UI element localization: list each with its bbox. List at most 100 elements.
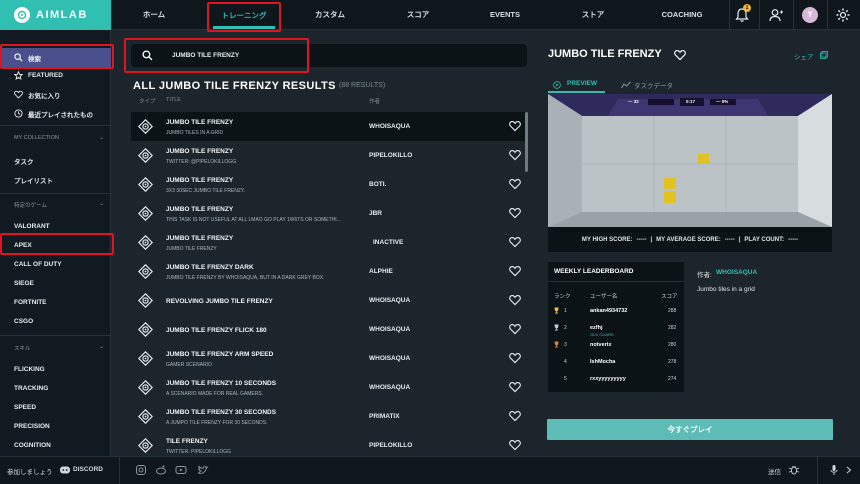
chevron-right-icon[interactable]: [845, 464, 853, 476]
sidebar-item-siege[interactable]: SIEGE: [14, 280, 34, 287]
hud-accuracy: — 0%: [716, 99, 729, 104]
favorite-heart-icon[interactable]: [509, 381, 521, 393]
favorite-heart-icon[interactable]: [509, 207, 521, 219]
play-count-value: -----: [788, 236, 799, 243]
nav-store[interactable]: ストア: [563, 0, 623, 30]
result-author: JBR: [369, 210, 383, 217]
aimlab-logo[interactable]: AIMLAB: [0, 0, 111, 30]
leaderboard-rank: 3: [564, 342, 567, 348]
result-row[interactable]: JUMBO TILE FRENZY JUMBO TILE FRENZY INACTI…: [131, 228, 527, 257]
results-scrollbar[interactable]: [525, 112, 528, 172]
result-title: JUMBO TILE FRENZY: [166, 148, 234, 155]
section-label: MY COLLECTION: [14, 135, 59, 141]
result-row[interactable]: JUMBO TILE FRENZY THIS TASK IS NOT USEFUL…: [131, 199, 527, 228]
sidebar-item-cognition[interactable]: COGNITION: [14, 442, 51, 449]
result-subtitle: TWITTER: PIPELOKILLOGG: [166, 449, 232, 455]
discord-icon[interactable]: [59, 464, 71, 476]
nav-home[interactable]: ホーム: [122, 0, 186, 30]
favorite-heart-icon[interactable]: [509, 410, 521, 422]
result-row[interactable]: JUMBO TILE FRENZY TWITTER: @PIPELOKILLOGG…: [131, 141, 527, 170]
twitter-icon[interactable]: [197, 464, 209, 476]
favorite-heart-icon[interactable]: [509, 265, 521, 277]
column-author: 作者: [369, 99, 381, 105]
bottom-divider: [817, 457, 818, 484]
favorite-heart-icon[interactable]: [509, 178, 521, 190]
favorite-heart-icon[interactable]: [509, 439, 521, 451]
task-type-icon: [137, 234, 154, 251]
results-title: ALL JUMBO TILE FRENZY RESULTS: [133, 80, 336, 92]
gear-icon[interactable]: [835, 7, 851, 23]
nav-divider: [793, 0, 794, 30]
task-type-icon: [137, 437, 154, 454]
friends-icon[interactable]: [768, 7, 784, 23]
result-row[interactable]: JUMBO TILE FRENZY 30 SECONDS A JUMPO TILE…: [131, 402, 527, 431]
result-row[interactable]: JUMBO TILE FRENZY DARK JUMBO TILE FRENZY …: [131, 257, 527, 286]
reddit-icon[interactable]: [155, 464, 167, 476]
discord-link[interactable]: DISCORD: [73, 466, 103, 473]
play-now-button[interactable]: 今すぐプレイ: [547, 419, 833, 440]
share-link[interactable]: シェア: [794, 51, 814, 61]
favorite-heart-icon[interactable]: [674, 49, 686, 61]
section-label: 特定のゲーム: [14, 203, 47, 209]
sidebar-item-call-of-duty[interactable]: CALL OF DUTY: [14, 261, 62, 268]
user-avatar[interactable]: Y: [802, 7, 818, 23]
leaderboard-row[interactable]: 2 ezfhj 282 OLD GUARD: [548, 322, 684, 338]
sidebar-item-tracking[interactable]: TRACKING: [14, 385, 48, 392]
sidebar-item-speed[interactable]: SPEED: [14, 404, 36, 411]
result-author: PRIMATIX: [369, 413, 400, 420]
result-row[interactable]: REVOLVING JUMBO TILE FRENZY WHOISAQUA: [131, 286, 527, 315]
author-link[interactable]: WHOISAQUA: [716, 269, 757, 276]
microphone-icon[interactable]: [828, 464, 840, 476]
sidebar-skills-header[interactable]: スキル ⌄: [14, 344, 104, 352]
tab-task-data[interactable]: タスクデータ: [634, 80, 673, 90]
trophy-icon: [553, 307, 560, 314]
sidebar-divider: [0, 335, 111, 336]
task-type-icon: [137, 379, 154, 396]
send-feedback-label[interactable]: 送信: [768, 466, 781, 476]
bug-icon[interactable]: [788, 464, 800, 476]
instagram-icon[interactable]: [135, 464, 147, 476]
sidebar-item-valorant[interactable]: VALORANT: [14, 223, 50, 230]
trophy-icon: [553, 341, 560, 348]
result-row[interactable]: JUMBO TILE FRENZY ARM SPEED GAMER SCENARI…: [131, 344, 527, 373]
leaderboard-title: WEEKLY LEADERBOARD: [554, 268, 634, 275]
sidebar-games-header[interactable]: 特定のゲーム ⌄: [14, 201, 104, 209]
sidebar-item-recent[interactable]: 最近プレイされたもの: [0, 104, 111, 123]
favorite-heart-icon[interactable]: [509, 236, 521, 248]
sidebar-item-playlists[interactable]: プレイリスト: [14, 175, 53, 185]
favorite-heart-icon[interactable]: [509, 149, 521, 161]
youtube-icon[interactable]: [175, 464, 187, 476]
sidebar-search-highlight: [0, 44, 114, 69]
sidebar-collection-header[interactable]: MY COLLECTION ⌄: [14, 135, 104, 141]
favorite-heart-icon[interactable]: [509, 352, 521, 364]
tab-preview[interactable]: PREVIEW: [567, 80, 597, 87]
leaderboard-col-rank: ランク: [554, 294, 571, 300]
favorite-heart-icon[interactable]: [509, 323, 521, 335]
result-row[interactable]: JUMBO TILE FRENZY JUMBO TILES IN A GRID WH…: [131, 112, 527, 141]
result-row[interactable]: JUMBO TILE FRENZY 3X3 30SEC JUMBO TILE FR…: [131, 170, 527, 199]
trophy-icon: [553, 324, 560, 331]
nav-coaching[interactable]: COACHING: [652, 0, 712, 30]
nav-score[interactable]: スコア: [388, 0, 448, 30]
sidebar-item-fortnite[interactable]: FORTNITE: [14, 299, 47, 306]
leaderboard-row[interactable]: 5 rxxyyyyyyyyy 274: [548, 373, 684, 389]
search-highlight: [124, 38, 309, 73]
sidebar-item-flicking[interactable]: FLICKING: [14, 366, 45, 373]
result-row[interactable]: JUMBO TILE FRENZY FLICK 180 WHOISAQUA: [131, 315, 527, 344]
favorite-heart-icon[interactable]: [509, 120, 521, 132]
leaderboard-row[interactable]: 1 ankan4934732 288: [548, 305, 684, 321]
sidebar-item-favorites[interactable]: お気に入り: [0, 85, 111, 104]
nav-events[interactable]: EVENTS: [475, 0, 535, 30]
leaderboard-row[interactable]: 4 IshMocha 278: [548, 356, 684, 372]
result-row[interactable]: JUMBO TILE FRENZY 10 SECONDS A SCENARIO M…: [131, 373, 527, 402]
result-title: TILE FRENZY: [166, 438, 208, 445]
share-icon[interactable]: [820, 51, 828, 59]
sidebar-item-tasks[interactable]: タスク: [14, 156, 34, 166]
nav-custom[interactable]: カスタム: [300, 0, 360, 30]
leaderboard-username: IshMocha: [590, 359, 616, 365]
sidebar-item-precision[interactable]: PRECISION: [14, 423, 50, 430]
sidebar-item-csgo[interactable]: CSGO: [14, 318, 33, 325]
favorite-heart-icon[interactable]: [509, 294, 521, 306]
chart-icon: [621, 81, 631, 89]
leaderboard-row[interactable]: 3 notverix 280: [548, 339, 684, 355]
